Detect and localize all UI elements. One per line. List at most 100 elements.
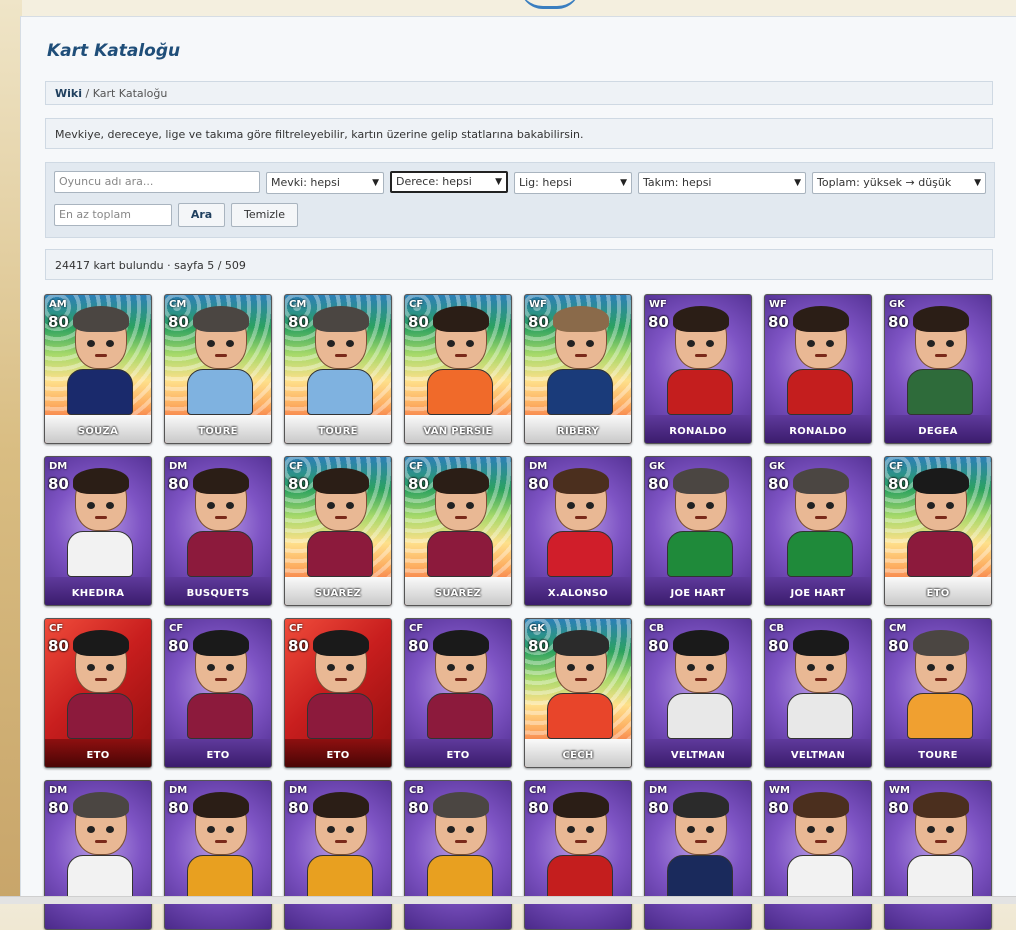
player-eye: [447, 502, 455, 509]
player-card[interactable]: CM 80 TOURE: [884, 618, 992, 768]
player-card[interactable]: WF 80 RIBERY: [524, 294, 632, 444]
player-shirt: [187, 693, 253, 739]
player-eye: [946, 664, 954, 671]
player-eye: [346, 664, 354, 671]
player-eye: [226, 826, 234, 833]
player-mouth: [935, 840, 947, 843]
grade-select[interactable]: Derece: hepsi ▼: [390, 171, 508, 193]
player-card[interactable]: CB 80 VELTMAN: [644, 618, 752, 768]
player-card[interactable]: CB 80: [404, 780, 512, 930]
player-card[interactable]: GK 80 DEGEA: [884, 294, 992, 444]
player-card[interactable]: CF 80 ETO: [164, 618, 272, 768]
player-avatar: [673, 468, 729, 531]
player-search-input[interactable]: Oyuncu adı ara...: [54, 171, 260, 193]
player-hair: [553, 468, 609, 494]
player-eye: [687, 664, 695, 671]
player-eye: [946, 502, 954, 509]
player-hair: [193, 630, 249, 656]
player-card[interactable]: WF 80 RONALDO: [764, 294, 872, 444]
player-mouth: [455, 516, 467, 519]
player-card[interactable]: GK 80 JOE HART: [764, 456, 872, 606]
player-card[interactable]: DM 80: [164, 780, 272, 930]
player-avatar: [313, 306, 369, 369]
search-button[interactable]: Ara: [178, 203, 225, 227]
player-mouth: [575, 354, 587, 357]
player-card[interactable]: GK 80 JOE HART: [644, 456, 752, 606]
card-name: TOURE: [165, 415, 271, 443]
team-select[interactable]: Takım: hepsi ▼: [638, 172, 806, 194]
player-card[interactable]: CF 80 ETO: [404, 618, 512, 768]
player-shirt: [427, 531, 493, 577]
player-card[interactable]: CF 80 SUAREZ: [284, 456, 392, 606]
player-eye: [226, 664, 234, 671]
player-card[interactable]: CF 80 ETO: [44, 618, 152, 768]
player-card[interactable]: CF 80 VAN PERSIE: [404, 294, 512, 444]
player-eye: [946, 340, 954, 347]
player-shirt: [547, 693, 613, 739]
card-rating: 80: [768, 637, 789, 655]
card-position: WM: [769, 785, 790, 796]
player-hair: [673, 630, 729, 656]
player-hair: [73, 792, 129, 818]
min-total-input[interactable]: En az toplam: [54, 204, 172, 226]
player-card[interactable]: CB 80 VELTMAN: [764, 618, 872, 768]
player-card[interactable]: CF 80 SUAREZ: [404, 456, 512, 606]
player-card[interactable]: DM 80 KHEDIRA: [44, 456, 152, 606]
player-mouth: [935, 516, 947, 519]
player-mouth: [455, 678, 467, 681]
card-position: CB: [649, 623, 664, 634]
player-avatar: [793, 792, 849, 855]
player-card[interactable]: DM 80: [284, 780, 392, 930]
card-name: SUAREZ: [285, 577, 391, 605]
team-select-value: Takım: hepsi: [643, 176, 712, 189]
card-rating: 80: [48, 313, 69, 331]
player-eye: [466, 340, 474, 347]
player-eye: [207, 502, 215, 509]
player-card[interactable]: DM 80 BUSQUETS: [164, 456, 272, 606]
filter-bar: Oyuncu adı ara... Mevki: hepsi ▼ Derece: …: [45, 162, 995, 238]
player-shirt: [547, 531, 613, 577]
player-card[interactable]: DM 80: [644, 780, 752, 930]
player-shirt: [787, 369, 853, 415]
sort-select[interactable]: Toplam: yüksek → düşük ▼: [812, 172, 986, 194]
clear-button[interactable]: Temizle: [231, 203, 298, 227]
player-eye: [207, 340, 215, 347]
player-card[interactable]: CF 80 ETO: [284, 618, 392, 768]
league-select[interactable]: Lig: hepsi ▼: [514, 172, 632, 194]
player-card[interactable]: CM 80 TOURE: [284, 294, 392, 444]
player-avatar: [433, 630, 489, 693]
player-eye: [567, 340, 575, 347]
card-rating: 80: [528, 475, 549, 493]
card-rating: 80: [888, 313, 909, 331]
card-rating: 80: [168, 637, 189, 655]
player-card[interactable]: WM 80: [884, 780, 992, 930]
player-avatar: [73, 306, 129, 369]
breadcrumb-wiki-link[interactable]: Wiki: [55, 87, 82, 100]
player-shirt: [307, 855, 373, 901]
card-name: KHEDIRA: [45, 577, 151, 605]
player-hair: [433, 630, 489, 656]
player-mouth: [215, 354, 227, 357]
player-mouth: [695, 516, 707, 519]
card-position: GK: [889, 299, 905, 310]
player-card[interactable]: DM 80: [44, 780, 152, 930]
player-card[interactable]: DM 80 X.ALONSO: [524, 456, 632, 606]
player-card[interactable]: CM 80: [524, 780, 632, 930]
player-avatar: [433, 306, 489, 369]
player-card[interactable]: AM 80 SOUZA: [44, 294, 152, 444]
player-eye: [807, 340, 815, 347]
card-rating: 80: [48, 799, 69, 817]
player-card[interactable]: GK 80 CECH: [524, 618, 632, 768]
player-card[interactable]: CF 80 ETO: [884, 456, 992, 606]
player-card[interactable]: CM 80 TOURE: [164, 294, 272, 444]
player-card[interactable]: WM 80: [764, 780, 872, 930]
player-mouth: [335, 678, 347, 681]
background-art: [0, 0, 22, 903]
card-position: DM: [529, 461, 548, 472]
player-eye: [826, 664, 834, 671]
position-select[interactable]: Mevki: hepsi ▼: [266, 172, 384, 194]
player-hair: [313, 468, 369, 494]
player-mouth: [455, 840, 467, 843]
player-eye: [87, 340, 95, 347]
player-card[interactable]: WF 80 RONALDO: [644, 294, 752, 444]
